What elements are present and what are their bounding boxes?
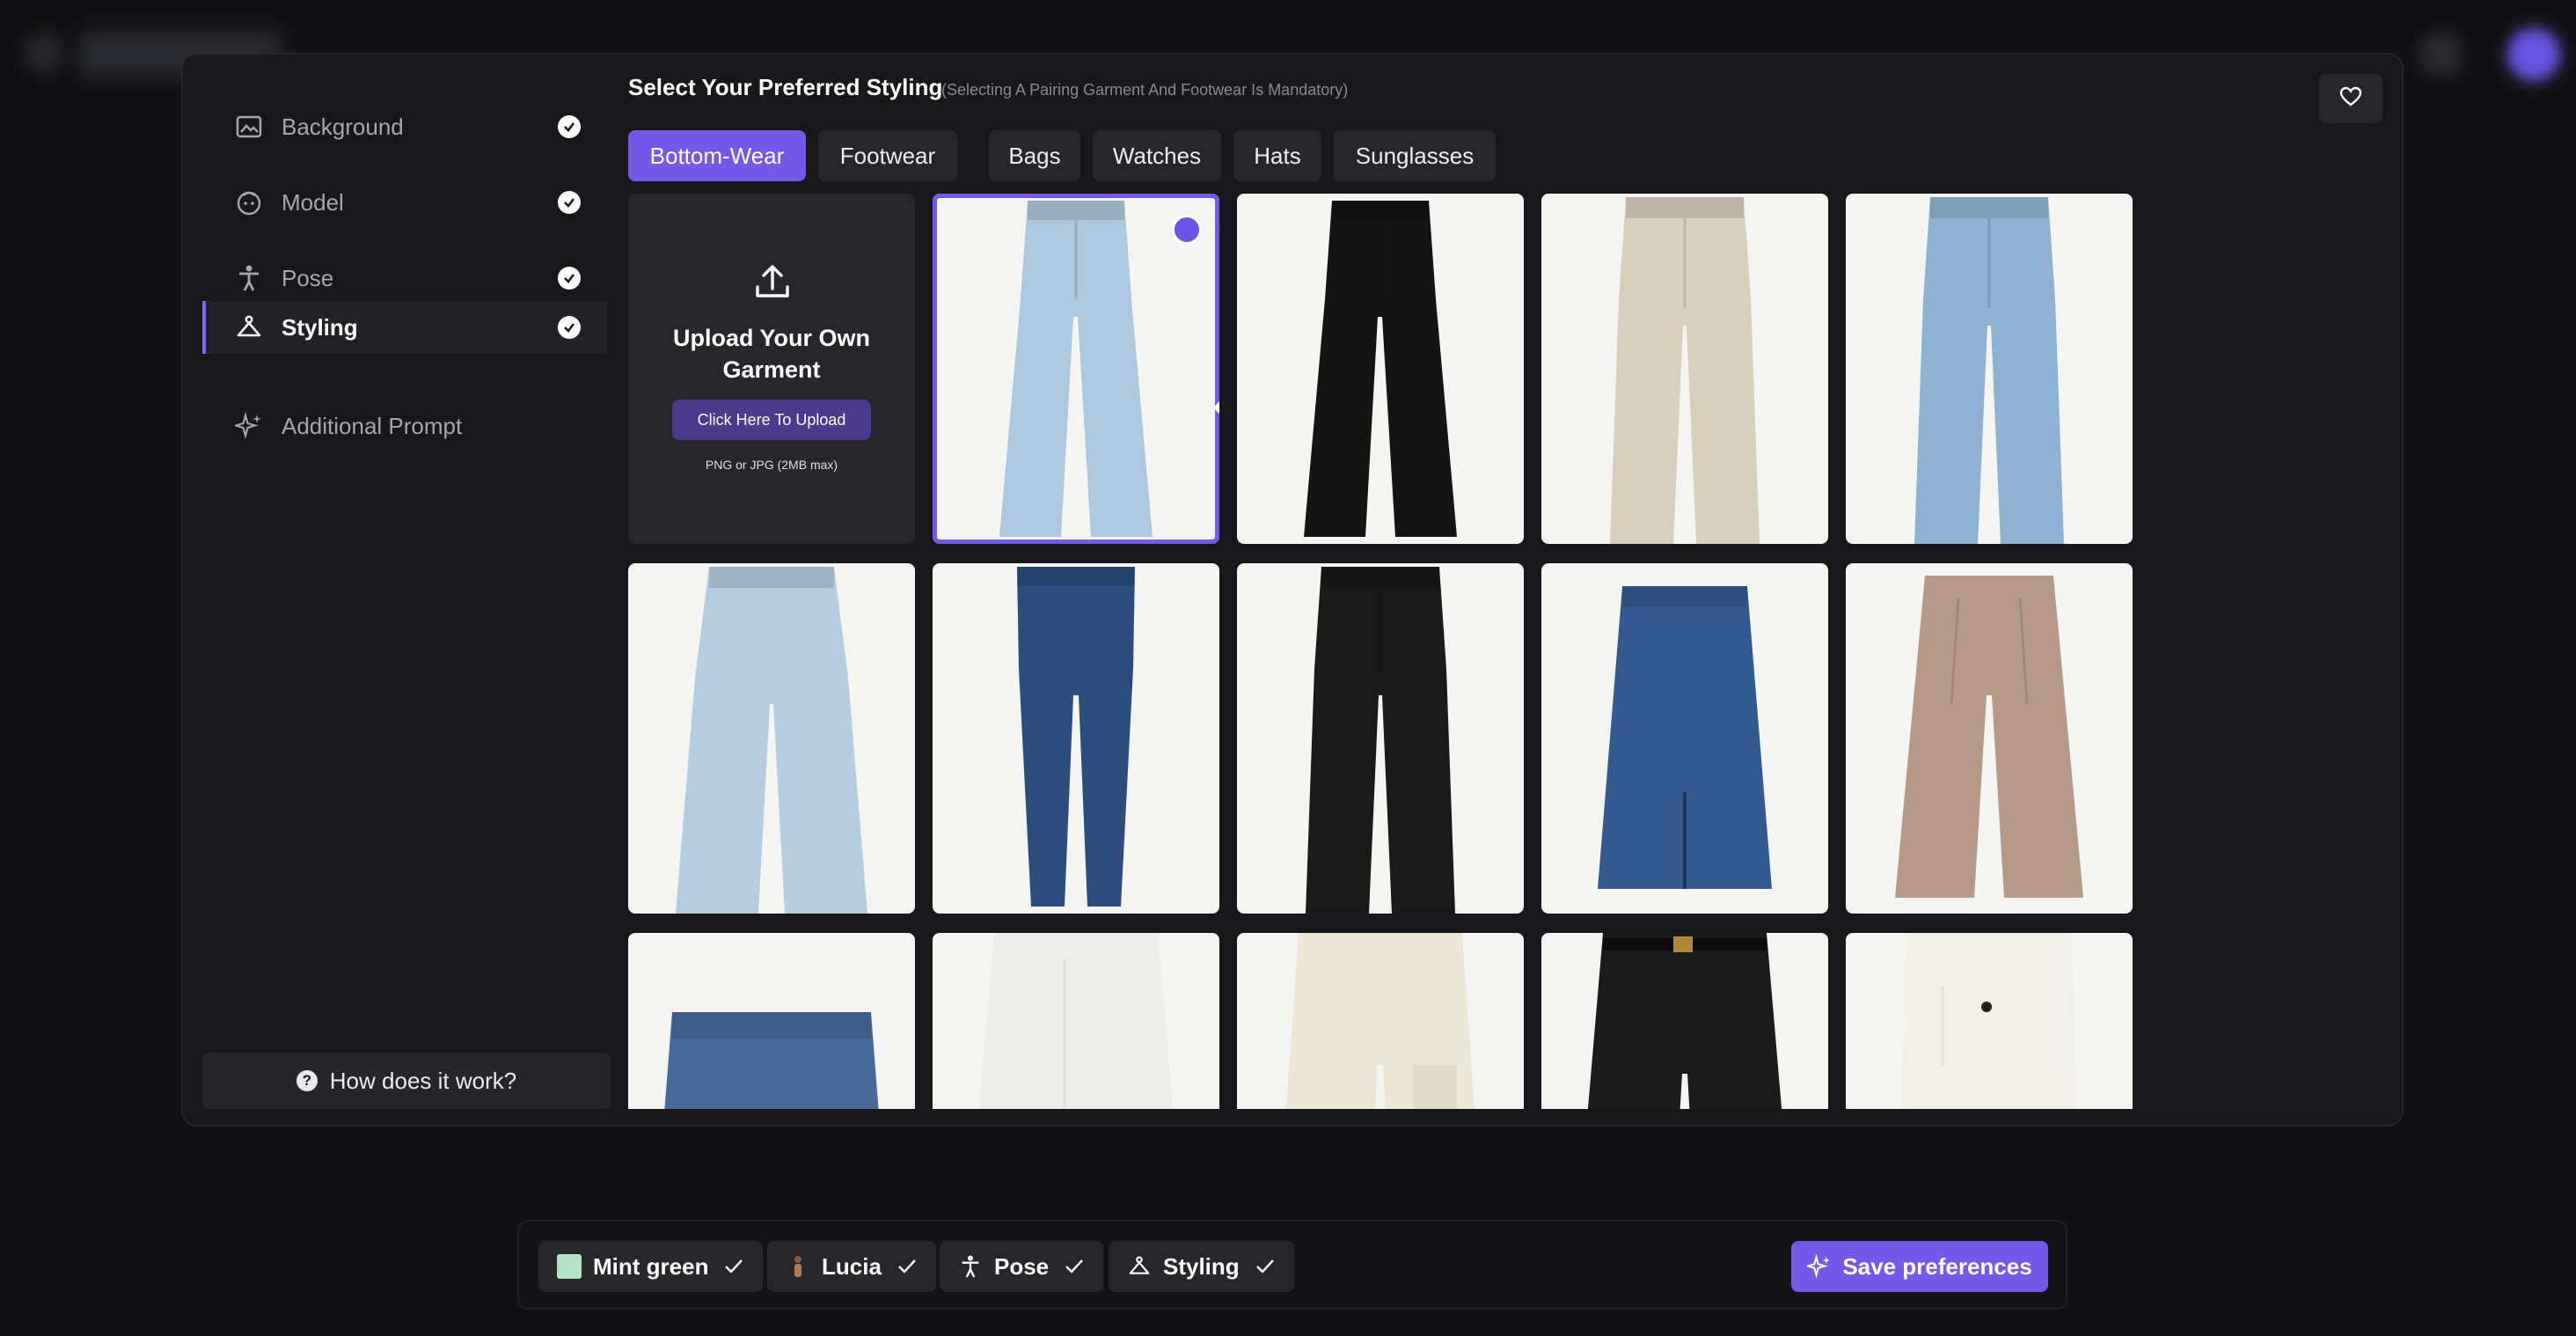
checkmark-icon xyxy=(1065,1259,1084,1274)
sidebar-item-label: Styling xyxy=(282,313,358,341)
garment-image xyxy=(1895,576,2083,898)
steps-sidebar: Background Model Pose Styling Additional… xyxy=(183,55,611,1125)
chip-label: Lucia xyxy=(822,1252,882,1280)
checkmark-icon xyxy=(558,115,581,138)
sidebar-item-label: Additional Prompt xyxy=(282,412,463,439)
tab-bags[interactable]: Bags xyxy=(989,130,1080,181)
sidebar-item-label: Background xyxy=(282,113,404,140)
checkmark-icon xyxy=(898,1259,916,1274)
upload-title-line: Garment xyxy=(722,356,821,383)
upload-format-note: PNG or JPG (2MB max) xyxy=(705,458,838,472)
garment-card[interactable] xyxy=(1237,194,1524,544)
garment-card[interactable] xyxy=(933,563,1219,914)
upload-title: Upload Your Own Garment xyxy=(628,322,915,385)
sidebar-item-additional-prompt[interactable]: Additional Prompt xyxy=(202,400,607,452)
summary-chip-background[interactable]: Mint green xyxy=(538,1241,764,1292)
garment-image xyxy=(1304,201,1457,537)
avatar xyxy=(2507,28,2560,81)
garment-image xyxy=(676,567,867,914)
garment-image xyxy=(1306,567,1455,914)
garment-image xyxy=(1598,586,1772,889)
garment-card[interactable] xyxy=(1237,933,1524,1109)
garment-card[interactable] xyxy=(628,933,915,1109)
page-title: Select Your Preferred Styling xyxy=(628,74,943,100)
checkmark-icon xyxy=(558,316,581,339)
hanger-icon xyxy=(234,312,264,342)
garment-card[interactable] xyxy=(628,563,915,914)
garment-image xyxy=(1914,197,2064,544)
notification-icon xyxy=(2421,35,2460,74)
sparkles-icon xyxy=(1807,1254,1831,1279)
styling-modal: Background Model Pose Styling Additional… xyxy=(181,53,2404,1127)
help-label: How does it work? xyxy=(329,1067,517,1094)
garment-card[interactable] xyxy=(1541,933,1828,1109)
face-icon xyxy=(234,187,264,217)
garment-card[interactable] xyxy=(1541,563,1828,914)
chip-label: Styling xyxy=(1163,1252,1240,1280)
sidebar-item-label: Model xyxy=(282,188,344,216)
tab-sunglasses[interactable]: Sunglasses xyxy=(1334,130,1496,181)
model-thumb-icon xyxy=(785,1253,811,1280)
garment-image xyxy=(664,1012,879,1109)
chip-label: Mint green xyxy=(593,1252,709,1280)
summary-bar: Mint green Lucia Pose Styling Save prefe… xyxy=(517,1220,2067,1310)
sidebar-item-model[interactable]: Model xyxy=(202,176,607,229)
tab-bottom-wear[interactable]: Bottom-Wear xyxy=(628,130,806,181)
person-pose-icon xyxy=(234,263,264,293)
garment-image xyxy=(978,933,1174,1109)
tab-watches[interactable]: Watches xyxy=(1093,130,1221,181)
save-label: Save preferences xyxy=(1842,1252,2032,1280)
garment-card[interactable] xyxy=(1237,563,1524,914)
checkmark-icon xyxy=(725,1259,743,1274)
garment-grid: Upload Your Own Garment Click Here To Up… xyxy=(628,194,2159,1109)
garment-image xyxy=(1017,567,1135,907)
garment-card[interactable] xyxy=(1846,194,2133,544)
garment-card[interactable] xyxy=(1846,933,2133,1109)
upload-garment-card[interactable]: Upload Your Own Garment Click Here To Up… xyxy=(628,194,915,544)
upload-icon xyxy=(756,265,789,297)
sparkles-icon xyxy=(234,411,264,441)
garment-image xyxy=(1610,197,1760,544)
garment-card[interactable] xyxy=(933,194,1219,544)
garment-image xyxy=(1587,933,1782,1109)
person-pose-icon xyxy=(957,1253,984,1280)
sidebar-item-styling[interactable]: Styling xyxy=(202,301,607,354)
hanger-icon xyxy=(1126,1253,1153,1280)
summary-chip-model[interactable]: Lucia xyxy=(767,1241,936,1292)
garment-card[interactable] xyxy=(933,933,1219,1109)
selected-check-icon xyxy=(1172,215,1219,415)
image-icon xyxy=(234,112,264,142)
swatch-icon xyxy=(556,1253,582,1280)
checkmark-icon xyxy=(558,191,581,214)
summary-chip-pose[interactable]: Pose xyxy=(940,1241,1104,1292)
summary-chip-styling[interactable]: Styling xyxy=(1109,1241,1294,1292)
garment-card[interactable] xyxy=(1846,563,2133,914)
tab-hats[interactable]: Hats xyxy=(1233,130,1321,181)
heart-icon xyxy=(2339,86,2362,112)
help-icon: ? xyxy=(296,1070,318,1091)
favorite-button[interactable] xyxy=(2319,74,2382,123)
garment-image xyxy=(1285,933,1475,1109)
garment-image xyxy=(1900,933,2078,1109)
save-preferences-button[interactable]: Save preferences xyxy=(1791,1241,2048,1292)
upload-button[interactable]: Click Here To Upload xyxy=(672,400,871,440)
sidebar-item-pose[interactable]: Pose xyxy=(202,252,607,305)
sidebar-item-background[interactable]: Background xyxy=(202,100,607,153)
tab-footwear[interactable]: Footwear xyxy=(818,130,957,181)
page-subtitle: (Selecting A Pairing Garment And Footwea… xyxy=(941,81,1349,99)
checkmark-icon xyxy=(558,267,581,290)
upload-title-line: Upload Your Own xyxy=(672,325,870,351)
sidebar-item-label: Pose xyxy=(282,264,334,291)
chip-label: Pose xyxy=(994,1252,1050,1280)
checkmark-icon xyxy=(1255,1259,1274,1274)
menu-icon xyxy=(26,35,62,70)
garment-card[interactable] xyxy=(1541,194,1828,544)
how-it-works-button[interactable]: ? How does it work? xyxy=(202,1053,611,1109)
